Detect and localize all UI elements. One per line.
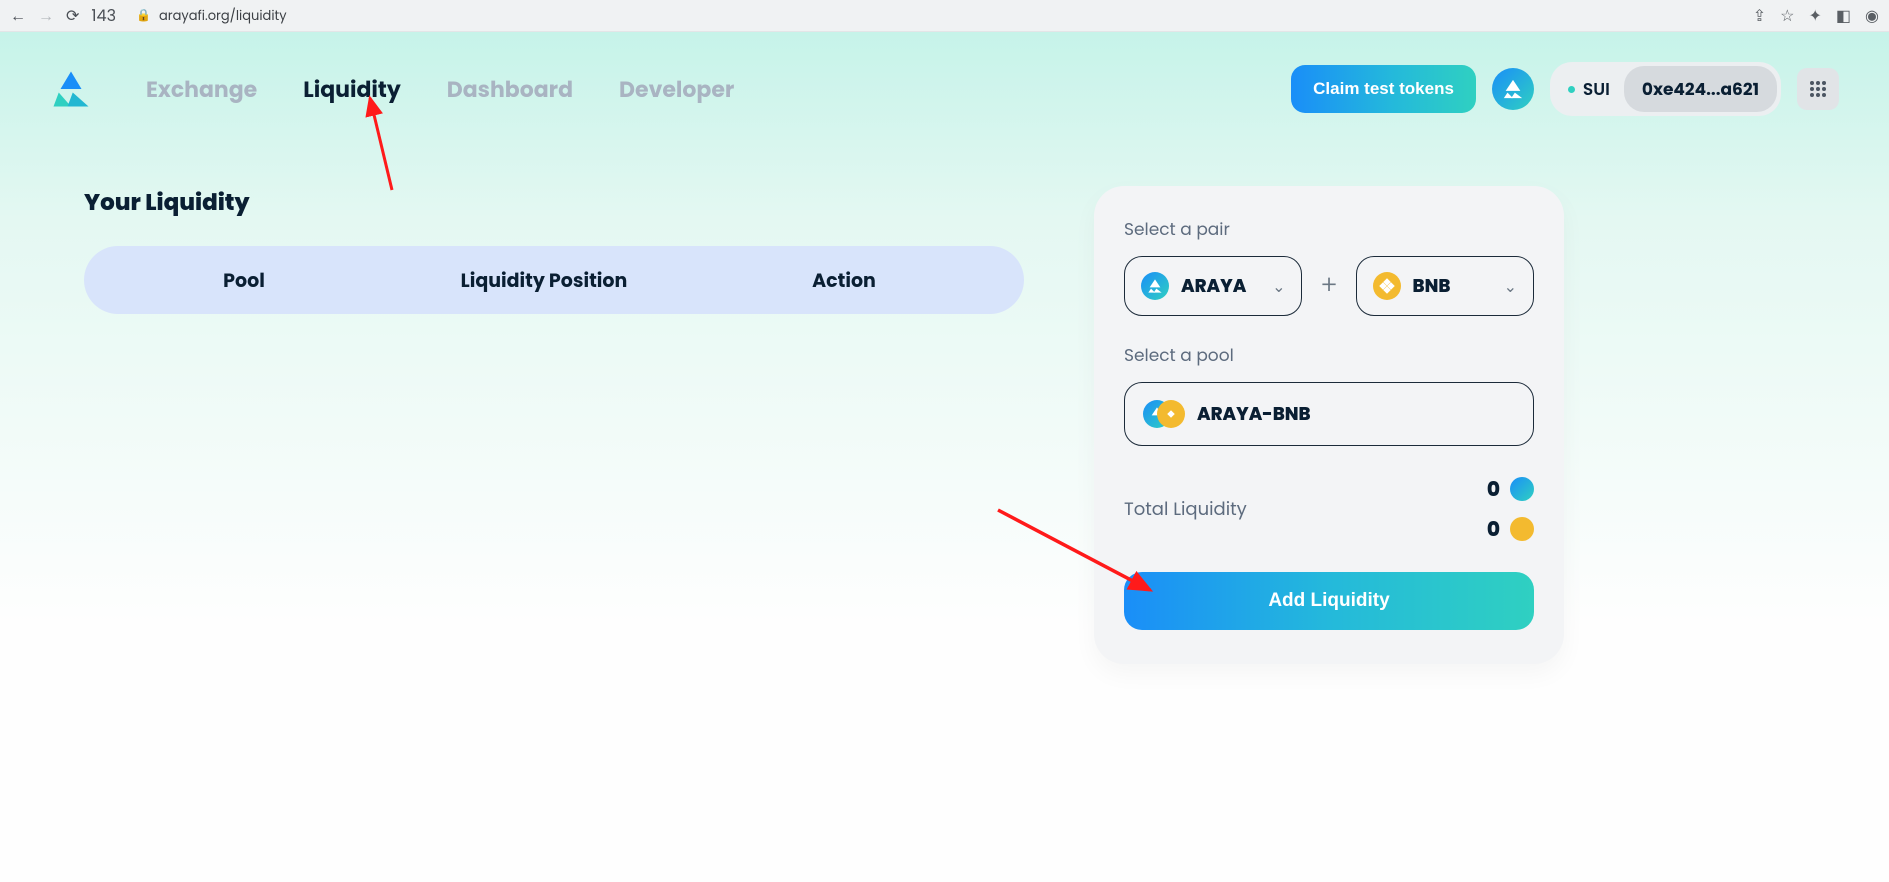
bnb-token-icon: [1510, 517, 1534, 541]
token-a-selector[interactable]: ARAYA ⌄: [1124, 256, 1302, 316]
pool-name: ARAYA-BNB: [1197, 401, 1311, 428]
extensions-icon[interactable]: ✦: [1809, 3, 1822, 28]
wallet-address[interactable]: 0xe424...a621: [1624, 66, 1777, 112]
plus-icon: +: [1320, 267, 1337, 306]
url-text: arayafi.org/liquidity: [159, 6, 287, 26]
liquidity-table-header: Pool Liquidity Position Action: [84, 246, 1024, 314]
share-icon[interactable]: ⇪: [1753, 3, 1766, 28]
nav-developer[interactable]: Developer: [619, 73, 734, 106]
col-position: Liquidity Position: [414, 266, 674, 295]
total-liquidity-b: 0: [1487, 514, 1534, 544]
status-dot-icon: [1568, 86, 1575, 93]
token-b-name: BNB: [1413, 273, 1451, 300]
your-liquidity-heading: Your Liquidity: [84, 186, 1024, 220]
profile-icon[interactable]: ◉: [1865, 3, 1879, 28]
main-nav: Exchange Liquidity Dashboard Developer: [146, 73, 734, 106]
star-icon[interactable]: ☆: [1780, 3, 1794, 28]
total-liquidity-a: 0: [1487, 474, 1534, 504]
token-logo-icon[interactable]: [1492, 68, 1534, 110]
col-pool: Pool: [164, 266, 324, 295]
nav-dashboard[interactable]: Dashboard: [447, 73, 573, 106]
network-label: SUI: [1568, 76, 1610, 102]
reload-icon[interactable]: ⟳: [66, 3, 79, 28]
col-action: Action: [764, 266, 924, 295]
araya-token-icon: [1510, 477, 1534, 501]
total-liquidity-label: Total Liquidity: [1124, 496, 1247, 523]
select-pair-label: Select a pair: [1124, 216, 1534, 242]
chevron-down-icon: ⌄: [1504, 274, 1517, 299]
chevron-down-icon: ⌄: [1272, 274, 1285, 299]
sidepanel-icon[interactable]: ◧: [1836, 3, 1851, 28]
nav-exchange[interactable]: Exchange: [146, 73, 257, 106]
lock-icon: 🔒: [136, 7, 151, 25]
tab-count: 143: [91, 3, 116, 28]
token-a-name: ARAYA: [1181, 273, 1246, 300]
token-b-selector[interactable]: BNB ⌄: [1356, 256, 1534, 316]
forward-icon: →: [38, 3, 54, 28]
claim-tokens-button[interactable]: Claim test tokens: [1291, 65, 1476, 113]
address-bar[interactable]: 🔒 arayafi.org/liquidity: [136, 6, 287, 26]
site-logo[interactable]: [50, 68, 92, 110]
select-pool-label: Select a pool: [1124, 342, 1534, 368]
araya-token-icon: [1141, 272, 1169, 300]
pool-selector[interactable]: ARAYA-BNB: [1124, 382, 1534, 446]
wallet-chip[interactable]: SUI 0xe424...a621: [1550, 62, 1781, 116]
bnb-token-icon: [1373, 272, 1401, 300]
browser-chrome: ← → ⟳ 143 🔒 arayafi.org/liquidity ⇪ ☆ ✦ …: [0, 0, 1889, 32]
add-liquidity-button[interactable]: Add Liquidity: [1124, 572, 1534, 630]
add-liquidity-panel: Select a pair ARAYA ⌄ + BNB ⌄: [1094, 186, 1564, 664]
pool-pair-icon: [1143, 400, 1183, 428]
nav-liquidity[interactable]: Liquidity: [303, 73, 401, 106]
app-menu-button[interactable]: [1797, 68, 1839, 110]
back-icon[interactable]: ←: [10, 3, 26, 28]
